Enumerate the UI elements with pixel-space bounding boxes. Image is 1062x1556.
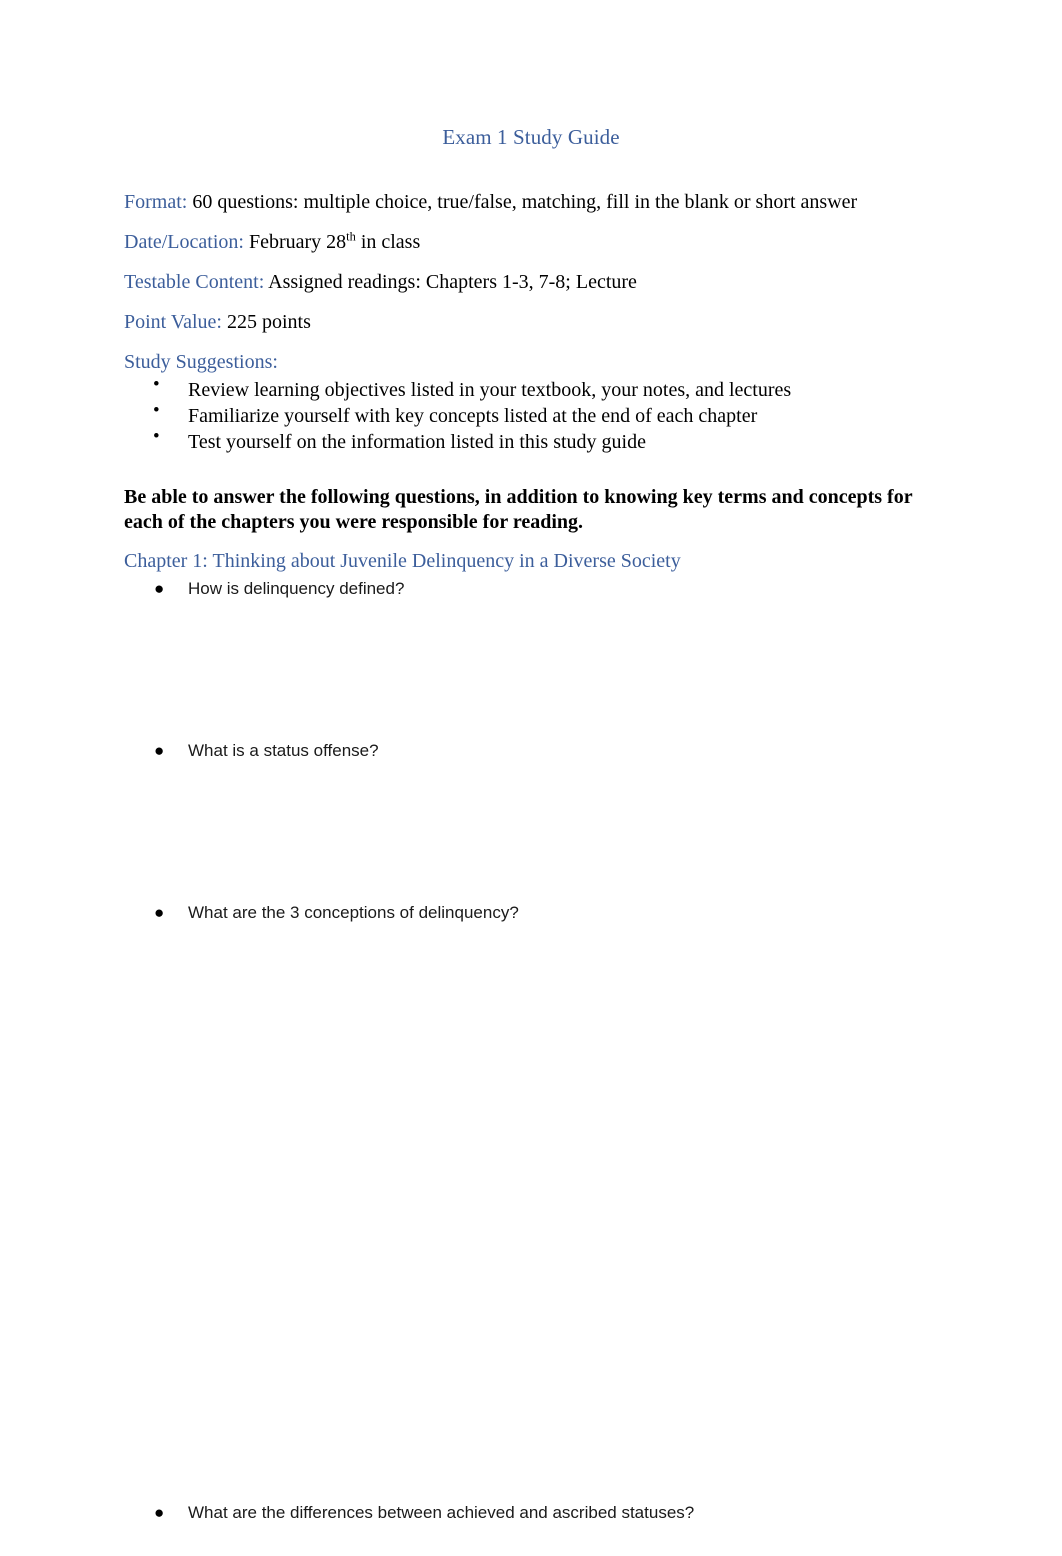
meta-row-format: Format: 60 questions: multiple choice, t… [124,190,938,214]
meta-value-date: February 28 [248,231,347,253]
bullet-icon: • [153,374,160,395]
instruction-paragraph: Be able to answer the following question… [124,486,913,533]
list-item-label: Familiarize yourself with key concepts l… [188,405,758,427]
meta-separator-date-location: : [238,231,249,253]
list-item: ● How is delinquency defined? [124,578,938,600]
document-page: Exam 1 Study Guide Format: 60 questions:… [0,0,1062,1556]
list-item: ● What are the differences between achie… [124,1502,938,1524]
study-suggestions-list: • Review learning objectives listed in y… [124,374,938,455]
question-label: How is delinquency defined? [188,579,405,598]
answer-space [124,762,938,902]
meta-label-point-value: Point Value [124,311,217,333]
study-suggestions-heading: Study Suggestions: [124,351,278,373]
question-label: What is a status offense? [188,741,379,760]
answer-space [124,600,938,740]
bullet-icon: ● [154,1503,165,1522]
exam-metadata-list: Format: 60 questions: multiple choice, t… [124,190,938,334]
list-item: ● What are the 3 conceptions of delinque… [124,902,938,924]
list-item-label: Review learning objectives listed in you… [188,379,792,401]
meta-value-point-value: 225 points [226,311,311,333]
bullet-icon: ● [154,741,165,760]
meta-separator-format: : [181,191,193,213]
meta-label-format: Format [124,191,182,213]
meta-separator-point-value: : [216,311,227,333]
meta-separator-testable-content: : [258,271,269,293]
meta-value-format: 60 questions: multiple choice, true/fals… [192,191,858,213]
list-item-label: Test yourself on the information listed … [188,431,646,453]
question-label: What are the 3 conceptions of delinquenc… [188,903,519,922]
bullet-icon: ● [154,579,165,598]
chapter-heading: Chapter 1: Thinking about Juvenile Delin… [124,550,681,572]
answer-space [124,924,938,1502]
bullet-icon: • [153,426,160,447]
meta-row-point-value: Point Value: 225 points [124,310,938,334]
meta-label-testable-content: Testable Content [124,271,259,293]
list-item: • Review learning objectives listed in y… [124,374,938,403]
meta-value-testable-content: Assigned readings: Chapters 1-3, 7-8; Le… [268,271,637,293]
meta-row-date-location: Date/Location: February 28th in class [124,230,938,254]
bullet-icon: • [153,400,160,421]
list-item: • Familiarize yourself with key concepts… [124,400,938,429]
question-label: What are the differences between achieve… [188,1503,695,1522]
page-title: Exam 1 Study Guide [442,125,620,149]
chapter-question-list: ● How is delinquency defined? ● What is … [124,578,938,1524]
meta-row-testable-content: Testable Content: Assigned readings: Cha… [124,270,938,294]
list-item: ● What is a status offense? [124,740,938,762]
meta-value-location: in class [355,231,421,253]
ordinal-suffix: th [346,229,356,244]
bullet-icon: ● [154,903,165,922]
meta-label-date-location: Date/Location [124,231,239,253]
list-item: • Test yourself on the information liste… [124,426,938,455]
